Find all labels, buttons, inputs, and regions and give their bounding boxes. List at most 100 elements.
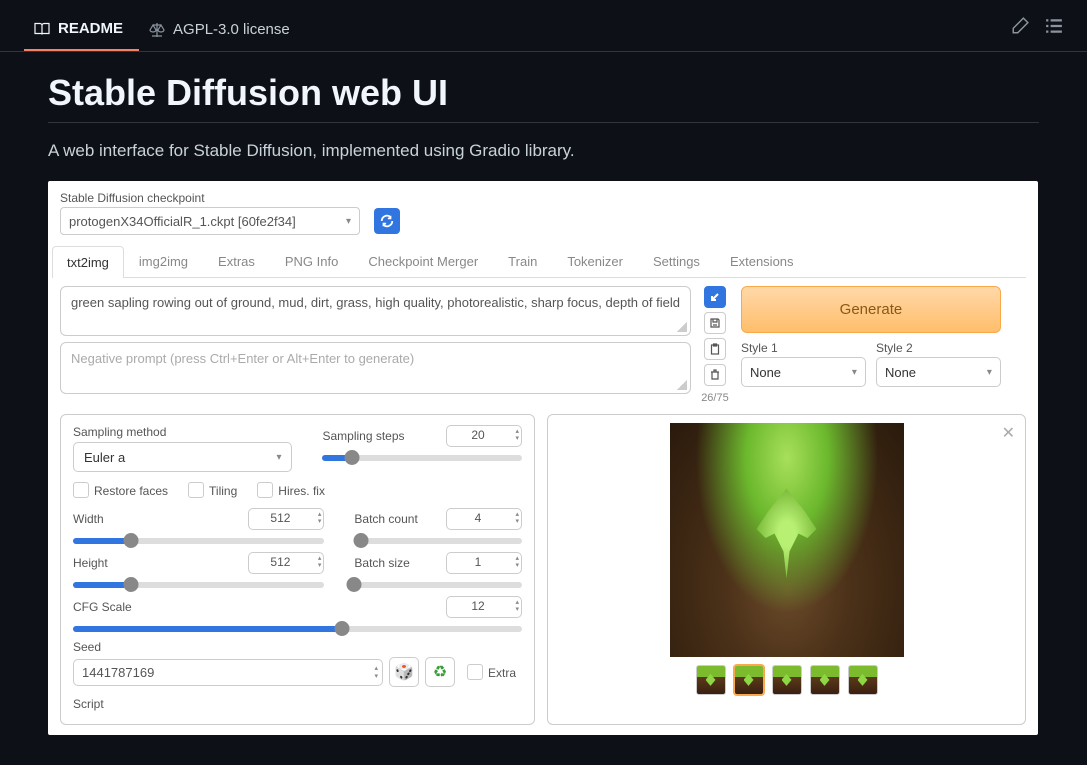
spinner-icon[interactable]: ▴▾ bbox=[515, 555, 519, 569]
refresh-checkpoint-button[interactable] bbox=[374, 208, 400, 234]
sampling-method-select[interactable]: Euler a ▾ bbox=[73, 442, 292, 472]
seed-label: Seed bbox=[73, 640, 522, 654]
sampling-steps-label: Sampling steps bbox=[322, 429, 404, 443]
cfg-input[interactable]: 12 ▴▾ bbox=[446, 596, 522, 618]
spinner-icon[interactable]: ▴▾ bbox=[374, 664, 378, 680]
width-slider[interactable] bbox=[73, 538, 324, 544]
prompt-input[interactable]: green sapling rowing out of ground, mud,… bbox=[60, 286, 691, 336]
save-style-button[interactable] bbox=[704, 312, 726, 334]
spinner-icon[interactable]: ▴▾ bbox=[318, 555, 322, 569]
batch-count-slider[interactable] bbox=[354, 538, 522, 544]
random-seed-button[interactable]: 🎲 bbox=[389, 657, 419, 687]
sampling-steps-input[interactable]: 20 ▴▾ bbox=[446, 425, 522, 447]
sampling-steps-slider[interactable] bbox=[322, 455, 522, 461]
style1-label: Style 1 bbox=[741, 341, 866, 355]
arrow-down-left-icon bbox=[709, 291, 721, 303]
chevron-down-icon: ▾ bbox=[852, 367, 857, 378]
tab-img2img[interactable]: img2img bbox=[124, 245, 203, 277]
checkpoint-select[interactable]: protogenX34OfficialR_1.ckpt [60fe2f34] ▾ bbox=[60, 207, 360, 235]
refresh-icon bbox=[380, 214, 394, 228]
reuse-seed-button[interactable]: ♻ bbox=[425, 657, 455, 687]
resize-handle-icon[interactable] bbox=[677, 322, 687, 332]
cfg-slider[interactable] bbox=[73, 626, 522, 632]
chevron-down-icon: ▾ bbox=[276, 452, 281, 463]
law-icon bbox=[149, 22, 165, 38]
book-icon bbox=[34, 21, 50, 37]
list-icon[interactable] bbox=[1045, 17, 1063, 35]
sd-app-screenshot: Stable Diffusion checkpoint protogenX34O… bbox=[48, 181, 1038, 735]
github-header: README AGPL-3.0 license bbox=[0, 0, 1087, 52]
thumbnail[interactable] bbox=[810, 665, 840, 695]
tab-license[interactable]: AGPL-3.0 license bbox=[139, 11, 306, 50]
hires-fix-checkbox[interactable]: Hires. fix bbox=[257, 482, 325, 498]
height-input[interactable]: 512 ▴▾ bbox=[248, 552, 324, 574]
sd-tabs: txt2img img2img Extras PNG Info Checkpoi… bbox=[52, 245, 1026, 278]
style2-select[interactable]: None ▾ bbox=[876, 357, 1001, 387]
style2-label: Style 2 bbox=[876, 341, 1001, 355]
negative-placeholder: Negative prompt (press Ctrl+Enter or Alt… bbox=[71, 351, 414, 366]
page-title: Stable Diffusion web UI bbox=[48, 72, 1039, 123]
token-count: 26/75 bbox=[701, 392, 729, 404]
output-panel: ✕ bbox=[547, 414, 1026, 725]
height-label: Height bbox=[73, 556, 108, 570]
seed-input[interactable]: 1441787169 ▴▾ bbox=[73, 659, 383, 686]
tab-settings[interactable]: Settings bbox=[638, 245, 715, 277]
batch-size-label: Batch size bbox=[354, 556, 409, 570]
batch-size-input[interactable]: 1 ▴▾ bbox=[446, 552, 522, 574]
apply-style-button[interactable] bbox=[704, 338, 726, 360]
tab-readme[interactable]: README bbox=[24, 10, 139, 51]
tab-checkpoint-merger[interactable]: Checkpoint Merger bbox=[353, 245, 493, 277]
thumbnail[interactable] bbox=[772, 665, 802, 695]
tab-train[interactable]: Train bbox=[493, 245, 552, 277]
height-slider[interactable] bbox=[73, 582, 324, 588]
width-label: Width bbox=[73, 512, 104, 526]
sampling-method-value: Euler a bbox=[84, 450, 125, 465]
page-subtitle: A web interface for Stable Diffusion, im… bbox=[48, 141, 1039, 161]
thumbnail[interactable] bbox=[696, 665, 726, 695]
thumbnail[interactable] bbox=[848, 665, 878, 695]
resize-handle-icon[interactable] bbox=[677, 380, 687, 390]
style1-value: None bbox=[750, 365, 781, 380]
tab-txt2img[interactable]: txt2img bbox=[52, 246, 124, 278]
tab-extensions[interactable]: Extensions bbox=[715, 245, 809, 277]
batch-count-input[interactable]: 4 ▴▾ bbox=[446, 508, 522, 530]
tab-extras[interactable]: Extras bbox=[203, 245, 270, 277]
width-input[interactable]: 512 ▴▾ bbox=[248, 508, 324, 530]
tab-label: AGPL-3.0 license bbox=[173, 21, 290, 38]
spinner-icon[interactable]: ▴▾ bbox=[515, 511, 519, 525]
chevron-down-icon: ▾ bbox=[346, 216, 351, 227]
style2-value: None bbox=[885, 365, 916, 380]
trash-icon bbox=[709, 369, 721, 381]
spinner-icon[interactable]: ▴▾ bbox=[515, 428, 519, 442]
generated-image[interactable] bbox=[670, 423, 904, 657]
tab-pnginfo[interactable]: PNG Info bbox=[270, 245, 353, 277]
prompt-text: green sapling rowing out of ground, mud,… bbox=[71, 295, 680, 310]
tab-tokenizer[interactable]: Tokenizer bbox=[552, 245, 638, 277]
style1-select[interactable]: None ▾ bbox=[741, 357, 866, 387]
pencil-icon[interactable] bbox=[1011, 17, 1029, 35]
clipboard-icon bbox=[709, 343, 721, 355]
checkpoint-label: Stable Diffusion checkpoint bbox=[60, 191, 1026, 205]
tab-label: README bbox=[58, 20, 123, 37]
restore-faces-checkbox[interactable]: Restore faces bbox=[73, 482, 168, 498]
negative-prompt-input[interactable]: Negative prompt (press Ctrl+Enter or Alt… bbox=[60, 342, 691, 394]
batch-count-label: Batch count bbox=[354, 512, 417, 526]
chevron-down-icon: ▾ bbox=[987, 367, 992, 378]
script-label: Script bbox=[73, 697, 522, 711]
sampling-method-label: Sampling method bbox=[73, 425, 292, 439]
generate-button[interactable]: Generate bbox=[741, 286, 1001, 333]
extra-checkbox[interactable]: Extra bbox=[467, 664, 516, 680]
spinner-icon[interactable]: ▴▾ bbox=[318, 511, 322, 525]
batch-size-slider[interactable] bbox=[354, 582, 522, 588]
params-panel: Sampling method Euler a ▾ Sampling steps… bbox=[60, 414, 535, 725]
tiling-checkbox[interactable]: Tiling bbox=[188, 482, 237, 498]
thumbnail-row bbox=[556, 665, 1017, 695]
paste-from-previous-button[interactable] bbox=[704, 286, 726, 308]
close-preview-button[interactable]: ✕ bbox=[1002, 423, 1015, 443]
delete-style-button[interactable] bbox=[704, 364, 726, 386]
spinner-icon[interactable]: ▴▾ bbox=[515, 599, 519, 613]
checkpoint-value: protogenX34OfficialR_1.ckpt [60fe2f34] bbox=[69, 214, 296, 229]
save-icon bbox=[709, 317, 721, 329]
thumbnail[interactable] bbox=[734, 665, 764, 695]
cfg-label: CFG Scale bbox=[73, 600, 132, 614]
